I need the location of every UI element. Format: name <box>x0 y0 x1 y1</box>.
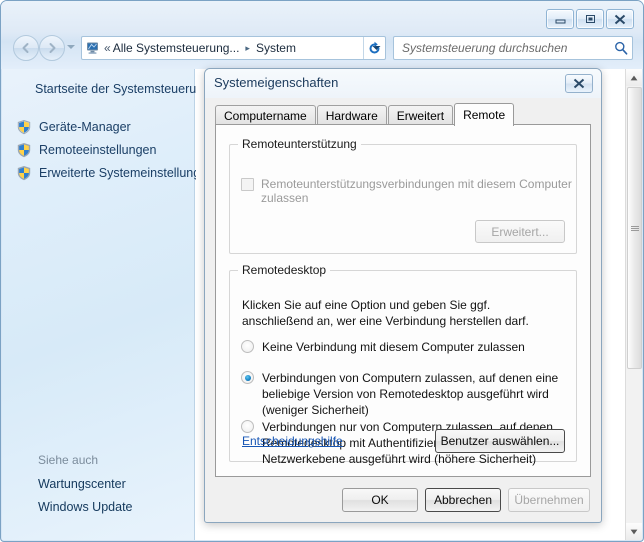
sidebar-item-label: Remoteeinstellungen <box>39 143 156 157</box>
vertical-scrollbar[interactable] <box>625 69 642 540</box>
uac-shield-icon <box>16 119 32 135</box>
select-users-button[interactable]: Benutzer auswählen... <box>435 429 565 453</box>
radio-button[interactable] <box>241 340 254 353</box>
sidebar-item-action-center[interactable]: Wartungscenter <box>38 477 126 491</box>
dialog-title: Systemeigenschaften <box>214 75 338 90</box>
tab-erweitert[interactable]: Erweitert <box>388 105 453 125</box>
window-controls <box>546 9 634 29</box>
recent-pages-dropdown-icon[interactable] <box>67 45 75 49</box>
sidebar-item-advanced-system-settings[interactable]: Erweiterte Systemeinstellunge <box>16 165 207 181</box>
search-icon[interactable] <box>610 41 632 55</box>
remote-assistance-legend: Remoteunterstützung <box>238 137 361 151</box>
sidebar-item-device-manager[interactable]: Geräte-Manager <box>16 119 131 135</box>
computer-icon <box>85 40 101 56</box>
breadcrumb-item-control-panel[interactable]: Alle Systemsteuerung... <box>111 41 242 55</box>
scroll-down-arrow-icon[interactable] <box>626 523 642 540</box>
dialog-close-button[interactable] <box>565 74 593 93</box>
tab-panel-remote: Remoteunterstützung Remoteunterstützungs… <box>215 124 591 477</box>
back-button[interactable] <box>13 35 39 61</box>
uac-shield-icon <box>16 142 32 158</box>
sidebar-item-label: Geräte-Manager <box>39 120 131 134</box>
ok-button[interactable]: OK <box>342 488 418 512</box>
apply-button[interactable]: Übernehmen <box>508 488 590 512</box>
tabstrip: Computername Hardware Erweitert Remote <box>215 103 591 125</box>
tab-computername[interactable]: Computername <box>215 105 316 125</box>
sidebar-item-remote-settings[interactable]: Remoteeinstellungen <box>16 142 156 158</box>
remote-desktop-group: Remotedesktop Klicken Sie auf eine Optio… <box>229 270 577 462</box>
maximize-button[interactable] <box>576 9 604 29</box>
sidebar: Startseite der Systemsteuerun <box>2 69 195 540</box>
remote-assistance-group: Remoteunterstützung Remoteunterstützungs… <box>229 144 577 254</box>
navigation-bar: « Alle Systemsteuerung... ▸ System Syste… <box>1 34 643 64</box>
cancel-button[interactable]: Abbrechen <box>425 488 501 512</box>
allow-remote-assistance-checkbox[interactable] <box>241 178 254 191</box>
remote-desktop-legend: Remotedesktop <box>238 263 330 277</box>
scrollbar-thumb[interactable] <box>627 87 642 369</box>
refresh-button[interactable] <box>363 37 385 59</box>
explorer-window: « Alle Systemsteuerung... ▸ System Syste… <box>0 0 644 542</box>
uac-shield-icon <box>16 165 32 181</box>
search-placeholder-text: Systemsteuerung durchsuchen <box>394 41 610 55</box>
dialog-button-bar: OK Abbrechen Übernehmen <box>342 488 590 512</box>
tab-hardware[interactable]: Hardware <box>317 105 387 125</box>
sidebar-item-label: Erweiterte Systemeinstellunge <box>39 166 207 180</box>
sidebar-item-control-panel-home[interactable]: Startseite der Systemsteuerun <box>35 82 203 96</box>
remote-desktop-description: Klicken Sie auf eine Option und geben Si… <box>242 297 562 329</box>
help-me-choose-link[interactable]: Entscheidungshilfe <box>242 434 343 448</box>
minimize-button[interactable] <box>546 9 574 29</box>
radio-option-label: Keine Verbindung mit diesem Computer zul… <box>262 339 525 355</box>
radio-option-any-version[interactable]: Verbindungen von Computern zulassen, auf… <box>241 370 564 418</box>
window-titlebar: « Alle Systemsteuerung... ▸ System Syste… <box>1 1 643 69</box>
see-also-heading: Siehe auch <box>38 453 98 467</box>
advanced-button[interactable]: Erweitert... <box>475 220 565 243</box>
forward-button[interactable] <box>39 35 65 61</box>
allow-remote-assistance-label: Remoteunterstützungsverbindungen mit die… <box>261 177 576 205</box>
radio-option-no-connections[interactable]: Keine Verbindung mit diesem Computer zul… <box>241 339 564 355</box>
radio-button[interactable] <box>241 371 254 384</box>
breadcrumb-overflow-chevrons[interactable]: « <box>104 41 111 55</box>
search-input[interactable]: Systemsteuerung durchsuchen <box>393 36 633 60</box>
system-properties-dialog: Systemeigenschaften Computername Hardwar… <box>204 68 602 523</box>
dialog-titlebar: Systemeigenschaften <box>205 69 601 98</box>
radio-option-label: Verbindungen von Computern zulassen, auf… <box>262 370 564 418</box>
allow-remote-assistance-checkbox-row[interactable]: Remoteunterstützungsverbindungen mit die… <box>241 177 576 205</box>
close-button[interactable] <box>606 9 634 29</box>
address-bar[interactable]: « Alle Systemsteuerung... ▸ System <box>81 36 386 60</box>
radio-button[interactable] <box>241 420 254 433</box>
breadcrumb-item-system[interactable]: System <box>254 41 298 55</box>
scroll-up-arrow-icon[interactable] <box>626 69 642 86</box>
breadcrumb-separator-icon[interactable]: ▸ <box>241 43 254 54</box>
sidebar-item-windows-update[interactable]: Windows Update <box>38 500 133 514</box>
tab-remote[interactable]: Remote <box>454 103 514 126</box>
